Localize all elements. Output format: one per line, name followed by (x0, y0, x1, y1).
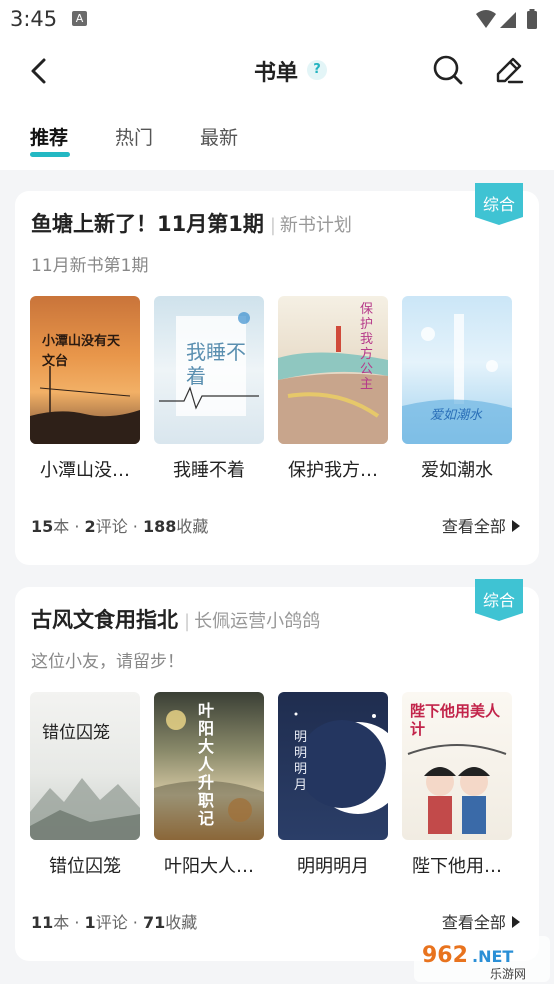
book-item[interactable]: 叶阳大人升职记 叶阳大人… (154, 692, 264, 877)
book-cover[interactable]: 我睡不着 (154, 296, 264, 444)
booklist-author-name: 长佩运营小鸽鸽 (194, 611, 321, 632)
book-title: 保护我方… (288, 460, 378, 481)
book-title: 爱如潮水 (421, 460, 493, 481)
booklist-title[interactable]: 鱼塘上新了！11月第1期 | 新书计划 (31, 208, 352, 238)
status-time: 3:45 (10, 7, 58, 31)
comment-count-unit: 评论 (95, 913, 128, 932)
book-title: 我睡不着 (173, 460, 245, 481)
book-title: 明明明月 (297, 856, 369, 877)
page-title: 书单 (254, 61, 299, 86)
booklist-subtitle: 这位小友，请留步！ (31, 652, 184, 672)
booklist-author[interactable]: | 新书计划 (270, 215, 352, 236)
back-arrow-icon[interactable] (24, 54, 54, 88)
signal-icon (500, 12, 516, 28)
book-item[interactable]: 爱如潮水 爱如潮水 (402, 296, 512, 481)
cover-art (30, 778, 140, 840)
tab-recommended[interactable]: 推荐 (30, 123, 68, 150)
book-cover[interactable]: 叶阳大人升职记 (154, 692, 264, 840)
caret-right-icon (512, 916, 520, 928)
book-row: 错位囚笼 错位囚笼 叶阳大人升职记 叶阳大人… 明明明月 明明明月 陛下他用美人… (30, 692, 520, 877)
book-count: 15 (31, 517, 54, 536)
book-cover[interactable]: 爱如潮水 (402, 296, 512, 444)
booklist-title[interactable]: 古风文食用指北 | 长佩运营小鸽鸽 (31, 604, 320, 634)
tab-bar: 推荐 热门 最新 (0, 104, 554, 170)
tab-active-indicator (30, 152, 70, 157)
booklist-card[interactable]: 鱼塘上新了！11月第1期 | 新书计划 11月新书第1期 综合 小潭山没有天文台 小… (15, 183, 539, 565)
search-icon[interactable] (432, 54, 464, 86)
book-count-unit: 本 (53, 517, 70, 536)
view-all-label: 查看全部 (441, 913, 506, 932)
favorite-count-unit: 收藏 (176, 517, 209, 536)
book-title: 叶阳大人… (164, 856, 254, 877)
book-item[interactable]: 明明明月 明明明月 (278, 692, 388, 877)
book-title: 错位囚笼 (49, 856, 121, 877)
book-count: 11 (31, 913, 54, 932)
comment-count: 1 (84, 913, 96, 932)
booklist-author[interactable]: | 长佩运营小鸽鸽 (184, 611, 320, 632)
nav-bar: 书单 ? (0, 38, 554, 104)
favorite-count: 71 (142, 913, 166, 932)
booklist-title-text: 鱼塘上新了！11月第1期 (31, 212, 264, 236)
booklist-title-text: 古风文食用指北 (31, 608, 178, 632)
badge-label: 综合 (482, 195, 515, 214)
cover-title: 明明明月 (294, 730, 308, 793)
cover-title: 我睡不着 (186, 340, 246, 388)
site-watermark-logo: 962 .NET 乐游网 (414, 936, 550, 982)
booklist-stats: 15本 · 2评论 · 188收藏 (31, 517, 209, 536)
divider: | (269, 215, 276, 236)
book-title: 小潭山没… (40, 460, 130, 481)
book-cover[interactable]: 明明明月 (278, 692, 388, 840)
book-item[interactable]: 保护我方公主 保护我方… (278, 296, 388, 481)
edit-icon[interactable] (493, 54, 525, 86)
tab-latest[interactable]: 最新 (200, 123, 238, 150)
svg-text:.NET: .NET (472, 947, 513, 966)
booklist-card[interactable]: 古风文食用指北 |长佩运营小鸽鸽 这位小友，请留步！ 综合 错位囚笼 错位囚笼 (15, 579, 539, 961)
tab-popular[interactable]: 热门 (115, 123, 153, 150)
cover-title: 爱如潮水 (430, 408, 483, 423)
comment-count-unit: 评论 (95, 517, 128, 536)
book-item[interactable]: 小潭山没有天文台 小潭山没… (30, 296, 140, 481)
divider: | (184, 611, 191, 632)
status-bar: 3:45 A (0, 0, 554, 38)
book-title: 陛下他用… (412, 856, 502, 877)
book-cover[interactable]: 保护我方公主 (278, 296, 388, 444)
view-all-link[interactable]: 查看全部 (442, 513, 521, 537)
help-icon[interactable]: ? (307, 60, 327, 80)
book-cover[interactable]: 小潭山没有天文台 (30, 296, 140, 444)
book-row: 小潭山没有天文台 小潭山没… 我睡不着 我睡不着 保护我方公主 保护我方… 爱如… (30, 296, 520, 481)
category-badge: 综合 (475, 183, 523, 229)
cover-title: 陛下他用美人计 (410, 702, 501, 738)
cover-title: 叶阳大人升职记 (198, 701, 215, 828)
cover-title: 小潭山没有天文台 (42, 334, 121, 369)
cover-title: 保护我方公主 (360, 302, 374, 392)
svg-text:962: 962 (422, 943, 468, 968)
status-icons (476, 9, 537, 29)
category-badge: 综合 (475, 579, 523, 625)
caret-right-icon (512, 520, 520, 532)
battery-icon (527, 11, 537, 29)
book-item[interactable]: 错位囚笼 错位囚笼 (30, 692, 140, 877)
view-all-label: 查看全部 (441, 517, 506, 536)
badge-label: 综合 (482, 591, 515, 610)
favorite-count: 188 (142, 517, 177, 536)
comment-count: 2 (84, 517, 96, 536)
cover-title: 错位囚笼 (42, 723, 110, 743)
book-cover[interactable]: 错位囚笼 (30, 692, 140, 840)
view-all-link[interactable]: 查看全部 (442, 909, 521, 933)
book-cover[interactable]: 陛下他用美人计 (402, 692, 512, 840)
svg-text:乐游网: 乐游网 (490, 967, 526, 981)
book-count-unit: 本 (53, 913, 70, 932)
notification-a-icon: A (72, 11, 87, 26)
booklist-stats: 11本 · 1评论 · 71收藏 (31, 913, 198, 932)
favorite-count-unit: 收藏 (165, 913, 198, 932)
wifi-icon (476, 10, 496, 28)
booklist-subtitle: 11月新书第1期 (31, 256, 149, 276)
book-item[interactable]: 陛下他用美人计 陛下他用… (402, 692, 512, 877)
book-item[interactable]: 我睡不着 我睡不着 (154, 296, 264, 481)
booklist-author-name: 新书计划 (279, 215, 352, 236)
